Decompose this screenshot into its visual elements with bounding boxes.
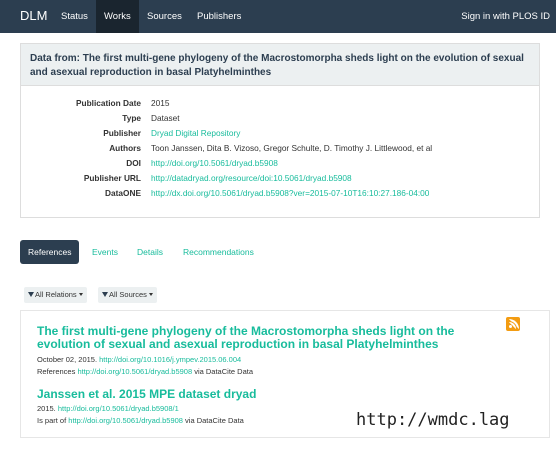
meta-row-publisher: Publisher Dryad Digital Repository [21, 126, 541, 141]
reference-title-link[interactable]: Janssen et al. 2015 MPE dataset dryad [37, 388, 497, 401]
reference-date-line: 2015. http://doi.org/10.5061/dryad.b5908… [37, 404, 179, 414]
meta-row-authors: Authors Toon Janssen, Dita B. Vizoso, Gr… [21, 141, 541, 156]
meta-label: DataONE [105, 188, 141, 198]
meta-value: 2015 [151, 98, 170, 108]
relation-link[interactable]: http://doi.org/10.5061/dryad.b5908 [68, 416, 183, 425]
meta-value: Dataset [151, 113, 180, 123]
nav-publishers[interactable]: Publishers [189, 0, 249, 33]
meta-label: Publication Date [75, 98, 141, 108]
meta-row-doi: DOI http://doi.org/10.5061/dryad.b5908 [21, 156, 541, 171]
reference-doi-link[interactable]: http://doi.org/10.1016/j.ympev.2015.06.0… [99, 355, 241, 364]
tab-events[interactable]: Events [92, 240, 118, 264]
reference-relation-line: References http://doi.org/10.5061/dryad.… [37, 367, 253, 377]
work-title: Data from: The first multi-gene phylogen… [21, 44, 539, 86]
meta-value: Toon Janssen, Dita B. Vizoso, Gregor Sch… [151, 143, 433, 153]
relation-source: via DataCite Data [185, 416, 244, 425]
reference-doi-link[interactable]: http://doi.org/10.5061/dryad.b5908/1 [58, 404, 179, 413]
tab-recommendations[interactable]: Recommendations [183, 240, 254, 264]
relation-source: via DataCite Data [194, 367, 253, 376]
nav-works[interactable]: Works [96, 0, 139, 33]
relation-type: References [37, 367, 76, 376]
tab-details[interactable]: Details [137, 240, 163, 264]
reference-date-line: October 02, 2015. http://doi.org/10.1016… [37, 355, 241, 365]
relation-link[interactable]: http://doi.org/10.5061/dryad.b5908 [77, 367, 192, 376]
meta-label: Type [122, 113, 141, 123]
relations-filter-label: All Relations [35, 290, 77, 299]
meta-row-type: Type Dataset [21, 111, 541, 126]
dataone-link[interactable]: http://dx.doi.org/10.5061/dryad.b5908?ve… [151, 186, 429, 201]
tab-references[interactable]: References [20, 240, 80, 264]
rss-feed-icon[interactable] [506, 317, 520, 331]
relation-type: Is part of [37, 416, 67, 425]
caret-down-icon [78, 293, 83, 296]
signin-link[interactable]: Sign in with PLOS ID [461, 0, 550, 33]
meta-row-dataone: DataONE http://dx.doi.org/10.5061/dryad.… [21, 186, 541, 201]
relations-filter-dropdown[interactable]: All Relations [24, 287, 87, 303]
nav-sources[interactable]: Sources [139, 0, 190, 33]
top-navbar: DLM Status Works Sources Publishers Sign… [0, 0, 556, 33]
reference-date: October 02, 2015. [37, 355, 98, 364]
meta-row-publication-date: Publication Date 2015 [21, 96, 541, 111]
meta-label: Publisher [103, 128, 141, 138]
meta-label: DOI [126, 158, 141, 168]
funnel-icon [102, 292, 108, 297]
brand-logo[interactable]: DLM [20, 8, 47, 23]
nav-status[interactable]: Status [53, 0, 96, 33]
doi-link[interactable]: http://doi.org/10.5061/dryad.b5908 [151, 156, 278, 171]
reference-date: 2015. [37, 404, 56, 413]
sources-filter-dropdown[interactable]: All Sources [98, 287, 157, 303]
reference-relation-line: Is part of http://doi.org/10.5061/dryad.… [37, 416, 244, 426]
meta-row-publisher-url: Publisher URL http://datadryad.org/resou… [21, 171, 541, 186]
work-metadata: Publication Date 2015 Type Dataset Publi… [21, 96, 541, 201]
work-details-panel: Data from: The first multi-gene phylogen… [20, 43, 540, 218]
meta-label: Publisher URL [83, 173, 141, 183]
publisher-link[interactable]: Dryad Digital Repository [151, 126, 240, 141]
reference-title-link[interactable]: The first multi-gene phylogeny of the Ma… [37, 325, 497, 351]
overlay-url-text: http://wmdc.lag [356, 410, 510, 430]
caret-down-icon [148, 293, 153, 296]
publisher-url-link[interactable]: http://datadryad.org/resource/doi:10.506… [151, 171, 352, 186]
meta-label: Authors [109, 143, 141, 153]
sources-filter-label: All Sources [109, 290, 147, 299]
funnel-icon [28, 292, 34, 297]
